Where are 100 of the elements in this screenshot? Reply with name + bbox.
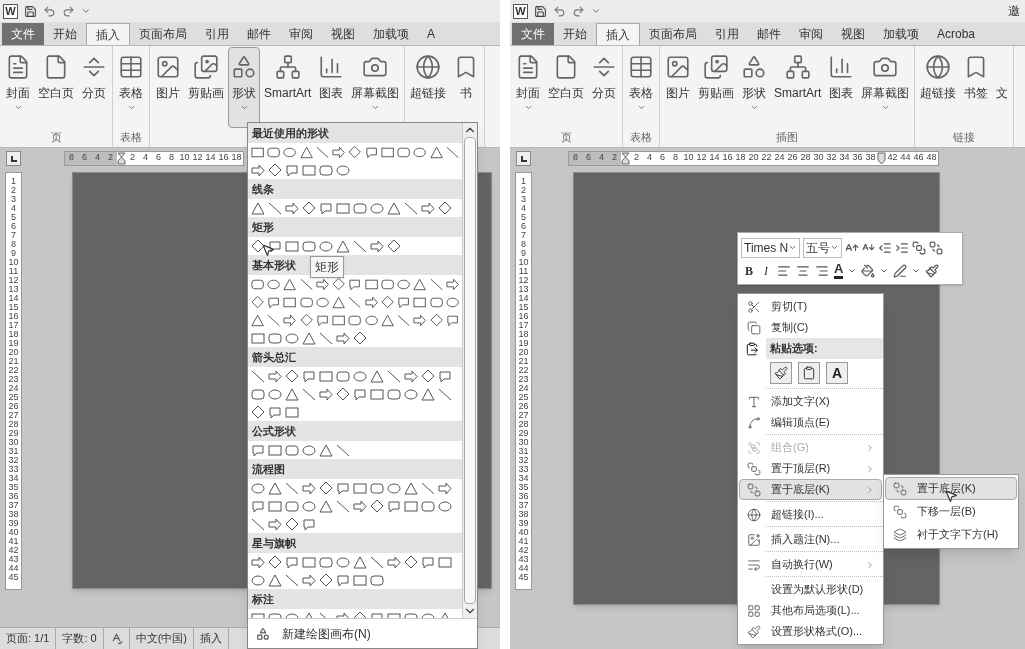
ribbon-tab[interactable]: 页面布局 [640, 23, 706, 45]
ribbon-button[interactable]: 形状 [738, 47, 770, 128]
ribbon-button[interactable]: 封面 [2, 47, 34, 128]
ribbon-tab[interactable]: 开始 [44, 23, 86, 45]
ribbon-button[interactable]: 书签 [960, 47, 993, 128]
redo-icon[interactable] [572, 4, 585, 18]
shape-icon[interactable] [335, 386, 351, 402]
shape-icon[interactable] [298, 312, 314, 328]
scrollbar[interactable] [462, 123, 477, 618]
indent-decrease-icon[interactable] [878, 240, 893, 255]
ribbon-button[interactable]: SmartArt [261, 47, 315, 128]
paste-option-button[interactable] [798, 362, 820, 384]
ribbon-tab[interactable]: 引用 [706, 23, 748, 45]
customize-icon[interactable] [591, 6, 601, 16]
layers-back-icon[interactable] [929, 240, 944, 255]
shape-icon[interactable] [314, 276, 331, 292]
shape-icon[interactable] [301, 238, 317, 254]
shape-icon[interactable] [386, 386, 402, 402]
ribbon-tab[interactable]: 文件 [2, 23, 44, 45]
margin-marker-icon[interactable] [877, 151, 886, 165]
ribbon-tab[interactable]: 插入 [86, 23, 130, 45]
menu-item[interactable]: 超链接(I)... [739, 504, 882, 525]
shape-icon[interactable] [369, 498, 385, 514]
shape-icon[interactable] [250, 312, 266, 328]
paste-option-button[interactable] [770, 362, 792, 384]
ribbon-button[interactable]: 分页 [78, 47, 110, 128]
status-item[interactable]: 字数: 0 [62, 630, 97, 647]
ribbon-button[interactable]: SmartArt [771, 47, 825, 128]
ribbon-button[interactable]: 剪贴画 [185, 47, 227, 128]
ribbon-tab[interactable]: 邮件 [238, 23, 280, 45]
align-right-icon[interactable] [815, 263, 829, 278]
undo-icon[interactable] [43, 4, 56, 18]
pen-icon[interactable] [893, 263, 908, 278]
menu-item[interactable]: 设置形状格式(O)... [739, 621, 882, 642]
ribbon-button[interactable]: 超链接 [917, 47, 960, 128]
shape-icon[interactable] [412, 312, 428, 328]
shape-icon[interactable] [284, 498, 300, 514]
shape-icon[interactable] [335, 368, 351, 384]
menu-item[interactable]: 设置为默认形状(D) [739, 579, 882, 600]
ribbon-tab[interactable]: 页面布局 [130, 23, 196, 45]
menu-item[interactable]: 插入题注(N)... [739, 529, 882, 550]
paint-bucket-icon[interactable] [861, 263, 876, 278]
shape-icon[interactable] [379, 312, 396, 328]
menu-item[interactable]: 置于底层(K) [739, 479, 882, 500]
ribbon-tab[interactable]: 视图 [832, 23, 874, 45]
ribbon-button[interactable]: 形状 [228, 47, 260, 128]
brush-icon[interactable] [925, 263, 940, 278]
ribbon-button[interactable]: 空白页 [35, 47, 77, 128]
ribbon-tab[interactable]: 审阅 [280, 23, 322, 45]
status-item[interactable]: 中文(中国) [135, 630, 187, 647]
ribbon-tab[interactable]: 审阅 [790, 23, 832, 45]
ribbon-button[interactable]: 书 [450, 47, 483, 128]
shape-icon[interactable] [331, 294, 347, 310]
redo-icon[interactable] [62, 4, 75, 18]
ribbon-tab[interactable]: 邮件 [748, 23, 790, 45]
shape-icon[interactable] [282, 312, 298, 328]
ribbon-button[interactable]: 图片 [662, 47, 694, 128]
indent-increase-icon[interactable] [895, 240, 910, 255]
ribbon-button[interactable]: 表格 [115, 47, 147, 128]
ribbon-tab[interactable]: 引用 [196, 23, 238, 45]
menu-item[interactable]: 衬于文字下方(H) [885, 523, 1017, 546]
shape-icon[interactable] [420, 386, 436, 402]
shape-icon[interactable] [420, 498, 436, 514]
shape-icon[interactable] [318, 162, 334, 178]
shape-icon[interactable] [267, 330, 283, 346]
menu-item[interactable]: 编辑顶点(E) [739, 412, 882, 433]
ribbon-tab[interactable]: 开始 [554, 23, 596, 45]
tab-stop-button[interactable] [6, 150, 21, 166]
ribbon-button[interactable]: 剪贴画 [695, 47, 737, 128]
shape-icon[interactable] [352, 200, 368, 216]
menu-item[interactable]: 自动换行(W) [739, 554, 882, 575]
ribbon-button[interactable]: 分页 [588, 47, 620, 128]
paste-option-button[interactable]: A [826, 362, 848, 384]
shape-icon[interactable] [250, 386, 266, 402]
font-color-button[interactable]: A [834, 262, 844, 279]
shape-icon[interactable] [369, 572, 385, 588]
ribbon-tab[interactable]: 插入 [596, 23, 640, 45]
shape-icon[interactable] [369, 480, 385, 496]
menu-item[interactable]: 剪切(T) [739, 296, 882, 317]
shape-icon[interactable] [318, 554, 334, 570]
ribbon-tab[interactable]: Acroba [928, 23, 985, 45]
ribbon-button[interactable]: 封面 [512, 47, 544, 128]
ribbon-button[interactable]: 空白页 [545, 47, 587, 128]
align-left-icon[interactable] [777, 263, 791, 278]
undo-icon[interactable] [553, 4, 566, 18]
menu-item[interactable]: 添加文字(X) [739, 391, 882, 412]
status-item[interactable]: 插入 [199, 630, 222, 647]
menu-item[interactable]: 置于顶层(R) [739, 458, 882, 479]
italic-button[interactable]: I [760, 261, 772, 280]
shape-icon[interactable] [363, 294, 379, 310]
size-field[interactable]: 五号 [803, 237, 843, 258]
menu-item[interactable]: 复制(C) [739, 317, 882, 338]
shape-icon[interactable] [331, 144, 347, 160]
tab-stop-button[interactable] [516, 150, 531, 166]
shape-icon[interactable] [444, 276, 461, 292]
indent-marker-icon[interactable] [117, 151, 126, 165]
ribbon-tab[interactable]: 加载项 [364, 23, 418, 45]
shape-icon[interactable] [250, 294, 266, 310]
ribbon-button[interactable]: 屏幕截图 [348, 47, 403, 128]
bold-button[interactable]: B [743, 261, 755, 280]
